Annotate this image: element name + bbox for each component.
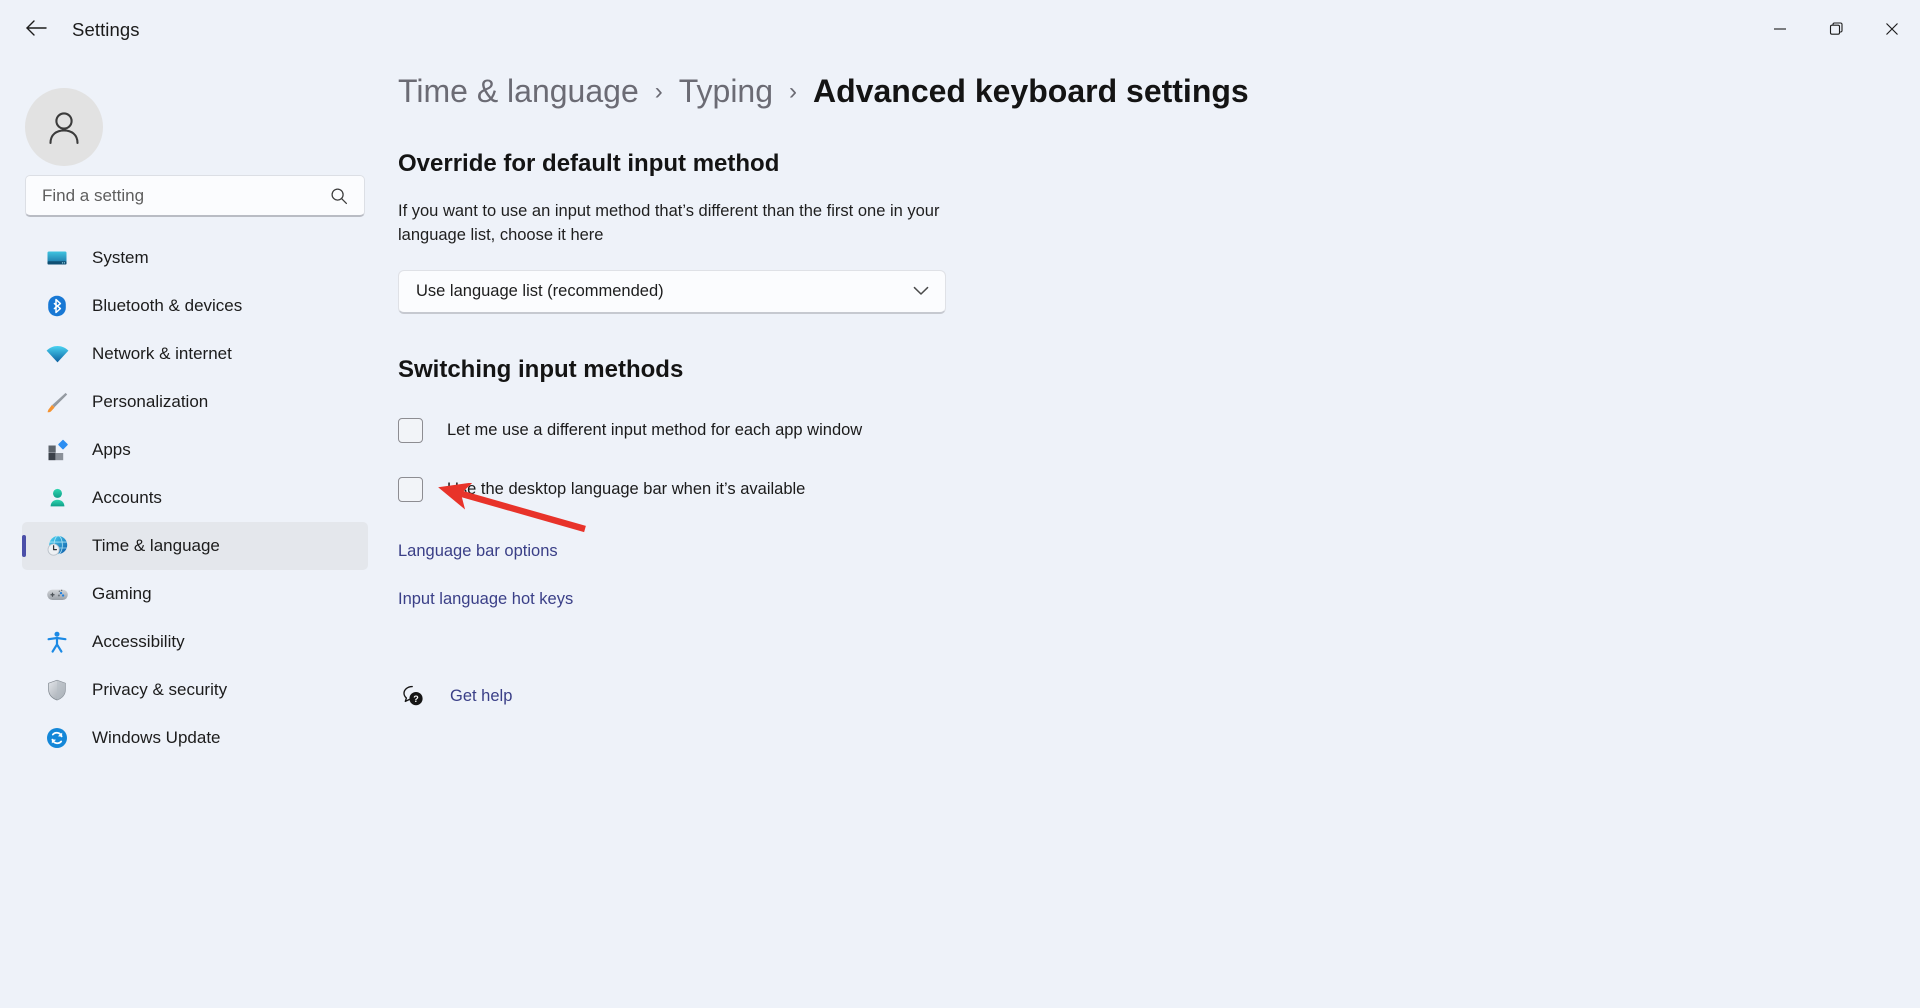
gamepad-icon <box>44 581 70 607</box>
sidebar-item-label: Accessibility <box>92 632 185 651</box>
window-controls <box>1752 0 1920 58</box>
checkbox-desktop-language-bar[interactable] <box>398 477 423 503</box>
close-button[interactable] <box>1864 0 1920 58</box>
search-icon <box>330 187 348 205</box>
user-avatar-icon <box>49 112 79 145</box>
link-input-language-hot-keys[interactable]: Input language hot keys <box>398 590 573 609</box>
system-monitor-icon <box>44 245 70 271</box>
help-question-icon: ? <box>400 683 426 709</box>
sidebar-item-label: Apps <box>92 440 131 459</box>
minimize-icon <box>1774 28 1786 30</box>
breadcrumb-separator-icon: › <box>789 77 798 105</box>
sidebar-item-system[interactable]: System <box>22 234 368 282</box>
update-refresh-icon <box>44 725 70 751</box>
sidebar-item-label: Privacy & security <box>92 680 228 699</box>
back-arrow-icon <box>25 19 47 42</box>
override-section-description: If you want to use an input method that’… <box>398 202 940 245</box>
search-box[interactable] <box>25 175 365 217</box>
main-content: Time & language › Typing › Advanced keyb… <box>398 60 1918 709</box>
get-help-label: Get help <box>450 686 513 705</box>
title-bar: Settings <box>0 0 1920 60</box>
sidebar-item-label: Time & language <box>92 536 220 555</box>
sidebar-item-gaming[interactable]: Gaming <box>22 570 368 618</box>
page-title: Advanced keyboard settings <box>813 73 1249 109</box>
sidebar-item-privacy-security[interactable]: Privacy & security <box>22 666 368 714</box>
sidebar-item-bluetooth-devices[interactable]: Bluetooth & devices <box>22 282 368 330</box>
checkbox-label: Use the desktop language bar when it’s a… <box>447 480 806 499</box>
maximize-icon <box>1829 22 1843 35</box>
globe-clock-icon <box>44 533 70 559</box>
sidebar-item-personalization[interactable]: Personalization <box>22 378 368 426</box>
avatar[interactable] <box>25 88 103 166</box>
sidebar-item-label: Network & internet <box>92 344 232 363</box>
apps-grid-icon <box>44 437 70 463</box>
override-section-title: Override for default input method <box>398 150 780 178</box>
sidebar-item-accessibility[interactable]: Accessibility <box>22 618 368 666</box>
sidebar-item-network-internet[interactable]: Network & internet <box>22 330 368 378</box>
sidebar-item-time-language[interactable]: Time & language <box>22 522 368 570</box>
dropdown-selected-value: Use language list (recommended) <box>416 282 664 301</box>
sidebar-item-label: Personalization <box>92 392 209 411</box>
search-input[interactable] <box>26 185 330 206</box>
checkbox-different-input-method[interactable] <box>398 418 423 444</box>
default-input-method-dropdown[interactable]: Use language list (recommended) <box>398 270 946 315</box>
checkbox-row-different-input-method[interactable]: Let me use a different input method for … <box>398 418 1918 444</box>
sidebar-item-accounts[interactable]: Accounts <box>22 474 368 522</box>
sidebar-item-label: Bluetooth & devices <box>92 296 243 315</box>
link-language-bar-options[interactable]: Language bar options <box>398 542 558 561</box>
sidebar-item-label: Gaming <box>92 584 152 603</box>
sidebar-item-label: System <box>92 248 149 267</box>
get-help-link[interactable]: ? Get help <box>400 683 512 709</box>
switching-section-title: Switching input methods <box>398 356 684 384</box>
maximize-button[interactable] <box>1808 0 1864 58</box>
app-title: Settings <box>72 19 140 40</box>
minimize-button[interactable] <box>1752 0 1808 58</box>
shield-icon <box>44 677 70 703</box>
checkbox-label: Let me use a different input method for … <box>447 421 863 440</box>
back-button[interactable] <box>14 10 58 50</box>
close-icon <box>1886 23 1898 35</box>
breadcrumb-link-typing[interactable]: Typing <box>679 72 773 110</box>
sidebar-nav: System Bluetooth & devices Network & int… <box>22 234 368 762</box>
breadcrumb: Time & language › Typing › Advanced keyb… <box>398 72 1918 110</box>
accessibility-person-icon <box>44 629 70 655</box>
sidebar-item-windows-update[interactable]: Windows Update <box>22 714 368 762</box>
sidebar: System Bluetooth & devices <box>0 60 390 1008</box>
bluetooth-icon <box>44 293 70 319</box>
paintbrush-icon <box>44 389 70 415</box>
person-icon <box>44 485 70 511</box>
breadcrumb-separator-icon: › <box>654 77 663 105</box>
svg-text:?: ? <box>413 694 419 704</box>
chevron-down-icon <box>913 283 929 301</box>
settings-window: Settings Find a setting System Bluetooth… <box>0 0 1920 1008</box>
checkbox-row-desktop-language-bar[interactable]: Use the desktop language bar when it’s a… <box>398 477 1918 503</box>
sidebar-item-apps[interactable]: Apps <box>22 426 368 474</box>
wifi-icon <box>44 341 70 367</box>
sidebar-item-label: Accounts <box>92 488 162 507</box>
breadcrumb-link-time-language[interactable]: Time & language <box>398 72 639 110</box>
sidebar-item-label: Windows Update <box>92 728 221 747</box>
